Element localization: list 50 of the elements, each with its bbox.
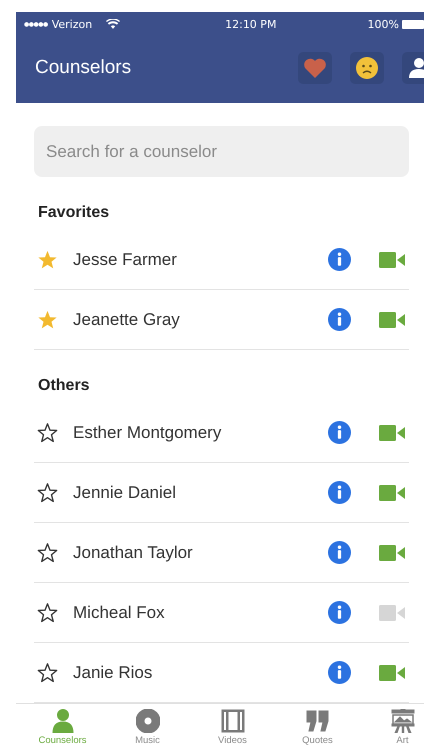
info-icon[interactable] [328, 248, 351, 271]
filled-star-icon[interactable] [37, 310, 58, 330]
star-outline-icon[interactable] [37, 482, 58, 502]
favorites-button[interactable] [298, 52, 332, 84]
counselor-name: Micheal Fox [73, 602, 166, 622]
section-heading: Favorites [38, 204, 110, 223]
counselor-name: Jennie Daniel [73, 482, 178, 502]
video-camera-icon[interactable] [379, 544, 405, 560]
wifi-icon [106, 18, 120, 30]
person-icon [50, 709, 74, 733]
easel-icon [390, 709, 414, 733]
info-icon[interactable] [328, 661, 351, 684]
video-camera-icon[interactable] [379, 484, 405, 500]
counselor-name: Esther Montgomery [73, 422, 222, 442]
counselor-name: Jesse Farmer [73, 250, 178, 270]
info-icon[interactable] [328, 481, 351, 504]
heart-icon [303, 56, 327, 78]
info-icon[interactable] [328, 421, 351, 444]
carrier-label: Verizon [52, 18, 92, 30]
tab-bar-item[interactable]: Art [360, 704, 424, 748]
sad-face-icon [355, 56, 379, 80]
search-field[interactable]: Search for a counselor [34, 126, 409, 177]
counselor-name: Janie Rios [73, 662, 154, 682]
status-time: 12:10 PM [224, 18, 278, 30]
person-icon [408, 56, 424, 78]
screen-title: Counselors [35, 56, 132, 78]
mood-button[interactable] [350, 52, 384, 84]
video-camera-icon[interactable] [379, 424, 405, 440]
info-icon[interactable] [328, 601, 351, 624]
info-icon[interactable] [328, 541, 351, 564]
tab-bar-item[interactable]: Counselors [20, 704, 105, 748]
video-camera-icon[interactable] [379, 664, 405, 680]
counselor-name: Jonathan Taylor [73, 542, 194, 562]
battery-icon [402, 20, 424, 28]
filled-star-icon[interactable] [37, 250, 58, 270]
star-outline-icon[interactable] [37, 422, 58, 442]
video-camera-icon[interactable] [379, 252, 405, 268]
star-outline-icon[interactable] [37, 602, 58, 622]
battery-percent: 100% [368, 18, 399, 30]
tab-bar-item[interactable]: Music [105, 704, 190, 748]
info-icon[interactable] [328, 308, 351, 331]
counselor-name: Jeanette Gray [73, 310, 181, 330]
section-heading: Others [38, 377, 91, 396]
star-outline-icon[interactable] [37, 662, 58, 682]
film-strip-icon [220, 709, 244, 733]
video-camera-icon[interactable] [379, 312, 405, 328]
tab-bar-item[interactable]: Videos [190, 704, 275, 748]
star-outline-icon[interactable] [37, 542, 58, 562]
quote-icon [306, 709, 330, 733]
tab-bar-item[interactable]: Quotes [275, 704, 360, 748]
